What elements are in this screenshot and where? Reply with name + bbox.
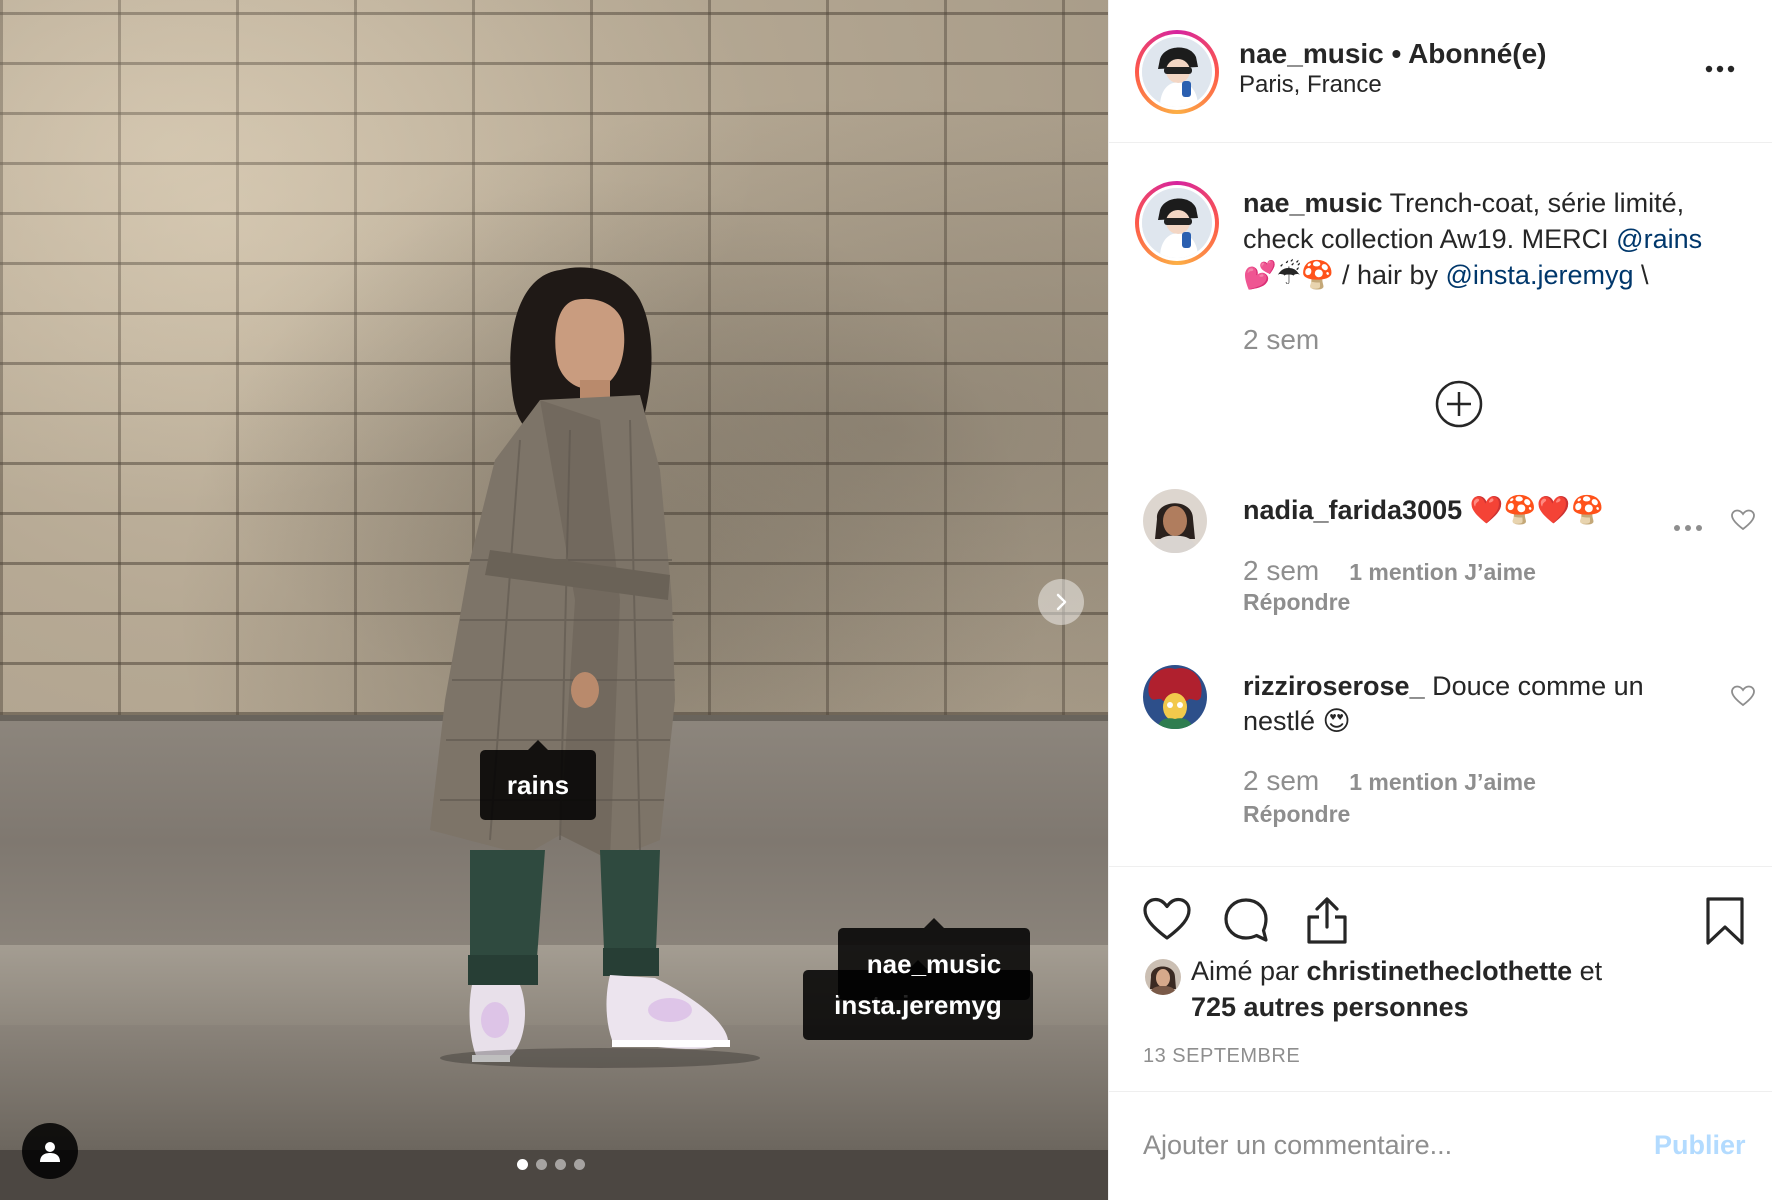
comment-username[interactable]: rizziroserose_ <box>1243 671 1425 701</box>
likes-others-link[interactable]: 725 autres personnes <box>1191 992 1469 1022</box>
carousel-dot <box>555 1159 566 1170</box>
follow-status[interactable]: Abonné(e) <box>1408 38 1546 69</box>
bookmark-icon <box>1706 897 1744 945</box>
comment-options-button[interactable] <box>1673 519 1703 537</box>
liker-avatar[interactable] <box>1145 959 1181 995</box>
likes-prefix: Aimé par <box>1191 956 1307 986</box>
more-options-button[interactable] <box>1705 60 1735 78</box>
plus-circle-icon <box>1435 380 1483 428</box>
likes-middle: et <box>1572 956 1603 986</box>
avatar-photo <box>1143 489 1207 553</box>
post-sidebar: nae_music • Abonné(e) Paris, France nae_… <box>1108 0 1772 1200</box>
comment-input[interactable] <box>1143 1120 1623 1170</box>
comment-body: ❤️🍄❤️🍄 <box>1462 495 1605 525</box>
share-icon <box>1307 897 1347 944</box>
carousel-dot <box>536 1159 547 1170</box>
caption-text-part: 💕☔🍄 / hair by <box>1243 260 1446 290</box>
add-comment-bar: Publier <box>1109 1091 1772 1200</box>
heart-icon <box>1143 897 1191 940</box>
heart-icon <box>1731 509 1755 531</box>
like-button[interactable] <box>1143 897 1191 946</box>
chevron-right-icon <box>1056 593 1067 611</box>
comment-username[interactable]: nadia_farida3005 <box>1243 495 1462 525</box>
comment-likes[interactable]: 1 mention J’aime <box>1349 559 1536 585</box>
header-username[interactable]: nae_music <box>1239 38 1384 69</box>
story-avatar[interactable] <box>1135 30 1219 114</box>
comment-time[interactable]: 2 sem <box>1243 555 1319 586</box>
publish-button[interactable]: Publier <box>1654 1130 1746 1161</box>
caption-username[interactable]: nae_music <box>1243 188 1383 218</box>
header-separator: • <box>1383 38 1409 69</box>
post-actions: Aimé par christinetheclothette et 725 aut… <box>1109 866 1772 1091</box>
caption-text: nae_music Trench-coat, série limité, che… <box>1243 185 1743 293</box>
likes-summary: Aimé par christinetheclothette et 725 aut… <box>1191 953 1751 1025</box>
comment-bubble-icon <box>1224 898 1268 942</box>
caption-text-part: \ <box>1633 260 1649 290</box>
share-button[interactable] <box>1305 897 1349 950</box>
post-photo[interactable]: rains insta.jeremyg nae_music <box>0 0 1108 1200</box>
mention-insta-jeremyg[interactable]: @insta.jeremyg <box>1446 260 1634 290</box>
heart-icon <box>1731 685 1755 707</box>
photo-tag-nae-music[interactable]: nae_music <box>838 918 1030 1000</box>
comment-text: nadia_farida3005 ❤️🍄❤️🍄 <box>1243 493 1683 528</box>
user-icon <box>40 1142 60 1162</box>
load-more-comments-button[interactable] <box>1434 379 1484 429</box>
caption-avatar[interactable] <box>1135 181 1219 265</box>
comment-button[interactable] <box>1223 897 1269 948</box>
mention-rains[interactable]: @rains <box>1616 224 1702 254</box>
carousel-dot <box>574 1159 585 1170</box>
commenter-avatar[interactable] <box>1143 489 1207 553</box>
avatar-cartoon <box>1143 665 1207 729</box>
comment-like-button[interactable] <box>1731 685 1755 712</box>
carousel-dot <box>517 1159 528 1170</box>
comment-time[interactable]: 2 sem <box>1243 765 1319 796</box>
location-link[interactable]: Paris, France <box>1239 71 1382 99</box>
header-user-line: nae_music • Abonné(e) <box>1239 38 1547 70</box>
comment-likes[interactable]: 1 mention J’aime <box>1349 769 1536 795</box>
caption-timestamp[interactable]: 2 sem <box>1243 324 1319 356</box>
tagged-users-button[interactable] <box>22 1123 78 1179</box>
comment-meta: 2 sem 1 mention J’aime <box>1243 555 1536 587</box>
reply-button[interactable]: Répondre <box>1243 801 1350 828</box>
avatar-illustration <box>1142 188 1212 258</box>
post-date[interactable]: 13 SEPTEMBRE <box>1143 1045 1300 1068</box>
commenter-avatar[interactable] <box>1143 665 1207 729</box>
more-horizontal-icon <box>1674 525 1702 531</box>
carousel-next-button[interactable] <box>1038 579 1084 625</box>
avatar-photo <box>1145 959 1181 995</box>
photo-tag-rains[interactable]: rains <box>480 740 596 820</box>
comment-meta: 2 sem 1 mention J’aime <box>1243 765 1536 797</box>
carousel-indicator <box>517 1159 585 1170</box>
liker-username[interactable]: christinetheclothette <box>1307 956 1573 986</box>
reply-button[interactable]: Répondre <box>1243 589 1350 616</box>
comment-like-button[interactable] <box>1731 509 1755 536</box>
comment-text: rizziroserose_ Douce comme un nestlé 😍 <box>1243 669 1683 739</box>
post-header: nae_music • Abonné(e) Paris, France <box>1109 0 1772 143</box>
more-horizontal-icon <box>1705 65 1735 73</box>
save-button[interactable] <box>1705 897 1745 950</box>
avatar-illustration <box>1142 37 1212 107</box>
